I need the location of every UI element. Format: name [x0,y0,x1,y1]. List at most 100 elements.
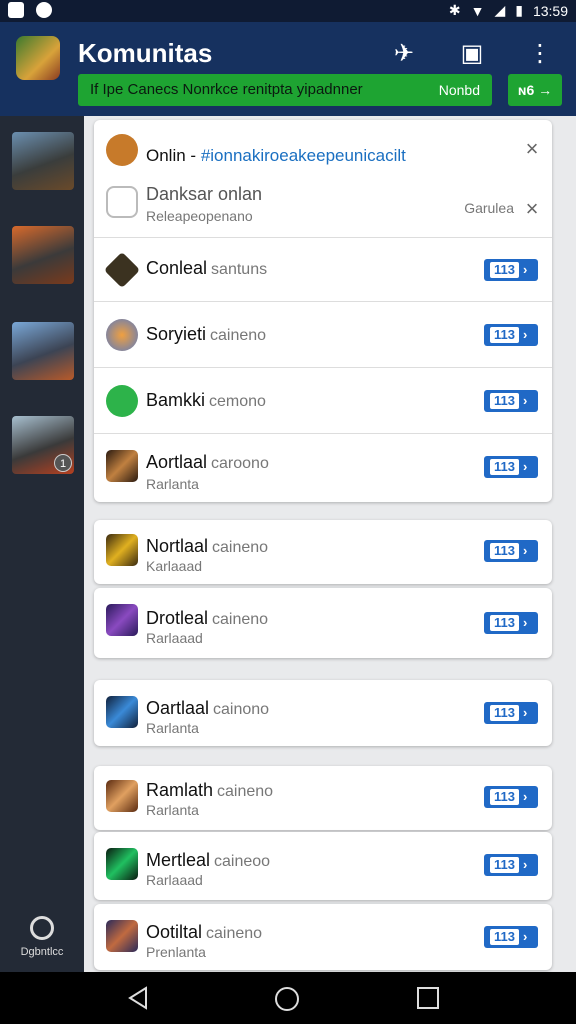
game-icon [106,604,138,636]
game-icon [106,920,138,952]
list-item[interactable]: Drotleal caineno Rarlaaad 113 › [94,588,552,658]
status-bar: ✱ ▼ ◢ ▮ 13:59 [0,0,576,22]
rail-game-2[interactable] [12,226,74,284]
list-item-button[interactable]: 113 › [484,456,538,478]
list-item[interactable]: Oartlaal cainono Rarlanta 113 › [94,680,552,746]
list-item-button[interactable]: 113 › [484,612,538,634]
arrow-icon: › [522,459,528,474]
more-icon[interactable]: ⋮ [526,40,554,68]
game-icon [106,534,138,566]
game-icon [106,319,138,351]
list-item-tag: caineno [217,783,274,800]
list-item-button[interactable]: 113 › [484,702,538,724]
list-item-title: Mertleal [146,850,211,870]
list-item-title: Bamkki [146,390,206,410]
game-icon [106,848,138,880]
back-icon[interactable] [126,986,150,1010]
rail-game-1[interactable] [12,132,74,190]
arrow-icon: › [522,929,528,944]
list-item-button[interactable]: 113 › [484,854,538,876]
banner-right-label: Nonbd [438,82,480,98]
list-item-subtitle: Prenlanta [146,944,206,960]
notifications-card: Onlin - #ionnakiroeakeepeunicacilt × Dan… [94,120,552,502]
list-item-button[interactable]: 113 › [484,926,538,948]
share-icon[interactable]: ✈ [390,40,418,68]
game-icon [106,450,138,482]
list-item-tag: caroono [211,455,269,472]
arrow-icon: › [522,857,528,872]
star-icon [106,134,138,166]
system-nav-bar [0,972,576,1024]
recents-icon[interactable] [416,986,440,1010]
list-item-title: Conleal [146,258,208,278]
list-item[interactable]: Soryieti caineno 113 › [94,302,552,368]
notification-top-title: Onlin - [146,146,197,165]
notification-msg-icon [36,2,52,18]
arrow-icon: › [522,543,528,558]
arrow-icon: › [522,393,528,408]
list-item-button[interactable]: 113 › [484,390,538,412]
notifications-list: Onlin - #ionnakiroeakeepeunicacilt × Dan… [84,116,576,972]
signal-icon: ◢ [494,2,506,18]
app-logo[interactable] [16,36,60,80]
list-item-tag: caineno [206,925,263,942]
list-item[interactable]: Aortlaal caroono Rarlanta 113 › [94,434,552,502]
battery-icon: ▮ [515,2,523,18]
rail-game-4[interactable]: 1 [12,416,74,474]
rail-settings[interactable]: Dgbntlcc [0,916,84,958]
game-icon [106,780,138,812]
promo-banner[interactable]: If Ipe Canecs Nonrkce renitpta yipadnner… [78,74,492,106]
list-item-title: Oartlaal [146,698,210,718]
list-item-title: Ramlath [146,780,214,800]
list-item-tag: cainono [213,701,270,718]
notification-second-subtitle: Releapeopenano [146,208,253,224]
chat-bubble-icon [106,186,138,218]
list-item-button[interactable]: 113 › [484,540,538,562]
list-item-tag: santuns [211,261,268,278]
home-icon[interactable] [274,986,300,1012]
list-item[interactable]: Nortlaal caineno Karlaaad 113 › [94,520,552,584]
list-item-tag: caineno [210,327,267,344]
list-item[interactable]: Ramlath caineno Rarlanta 113 › [94,766,552,830]
list-item-subtitle: Rarlanta [146,802,199,818]
list-item[interactable]: Ootiltal caineno Prenlanta 113 › [94,904,552,970]
game-icon [106,696,138,728]
notification-top[interactable]: Onlin - #ionnakiroeakeepeunicacilt × [94,120,552,176]
list-item-button[interactable]: 113 › [484,786,538,808]
refresh-icon [106,385,138,417]
list-item-subtitle: Rarlaaad [146,630,203,646]
list-item[interactable]: Conleal santuns 113 › [94,238,552,302]
banner-next-button[interactable]: ɴ6 → [508,74,562,106]
list-item-title: Nortlaal [146,536,209,556]
list-item-button[interactable]: 113 › [484,259,538,281]
list-item-title: Aortlaal [146,452,208,472]
list-item-subtitle: Rarlanta [146,476,199,492]
notification-app-icon [8,2,24,18]
chat-icon[interactable]: ▣ [458,40,486,68]
notification-second-title: Danksar onlan [146,184,263,204]
notification-second-side: Garulea [464,200,514,216]
list-item-tag: caineno [212,539,269,556]
arrow-icon: › [522,789,528,804]
game-rail: 1 Dgbntlcc [0,116,84,972]
list-item-title: Ootiltal [146,922,203,942]
close-icon[interactable]: × [522,136,542,162]
rail-game-3[interactable] [12,322,74,380]
diamond-icon [103,251,141,289]
notification-top-hashtag[interactable]: #ionnakiroeakeepeunicacilt [201,146,406,165]
arrow-icon: › [522,615,528,630]
arrow-icon: › [522,262,528,277]
notification-second[interactable]: Danksar onlan Releapeopenano Garulea × [94,176,552,238]
list-item[interactable]: Bamkki cemono 113 › [94,368,552,434]
page-title: Komunitas [78,38,213,68]
list-item[interactable]: Mertleal caineoo Rarlaaad 113 › [94,832,552,900]
settings-circle-icon [30,916,54,940]
list-item-button[interactable]: 113 › [484,324,538,346]
list-item-subtitle: Karlaaad [146,558,203,574]
list-item-title: Soryieti [146,324,207,344]
list-item-title: Drotleal [146,608,209,628]
list-item-subtitle: Rarlanta [146,720,199,736]
list-item-subtitle: Rarlaaad [146,872,203,888]
close-icon[interactable]: × [522,196,542,222]
list-item-tag: cemono [209,393,266,410]
